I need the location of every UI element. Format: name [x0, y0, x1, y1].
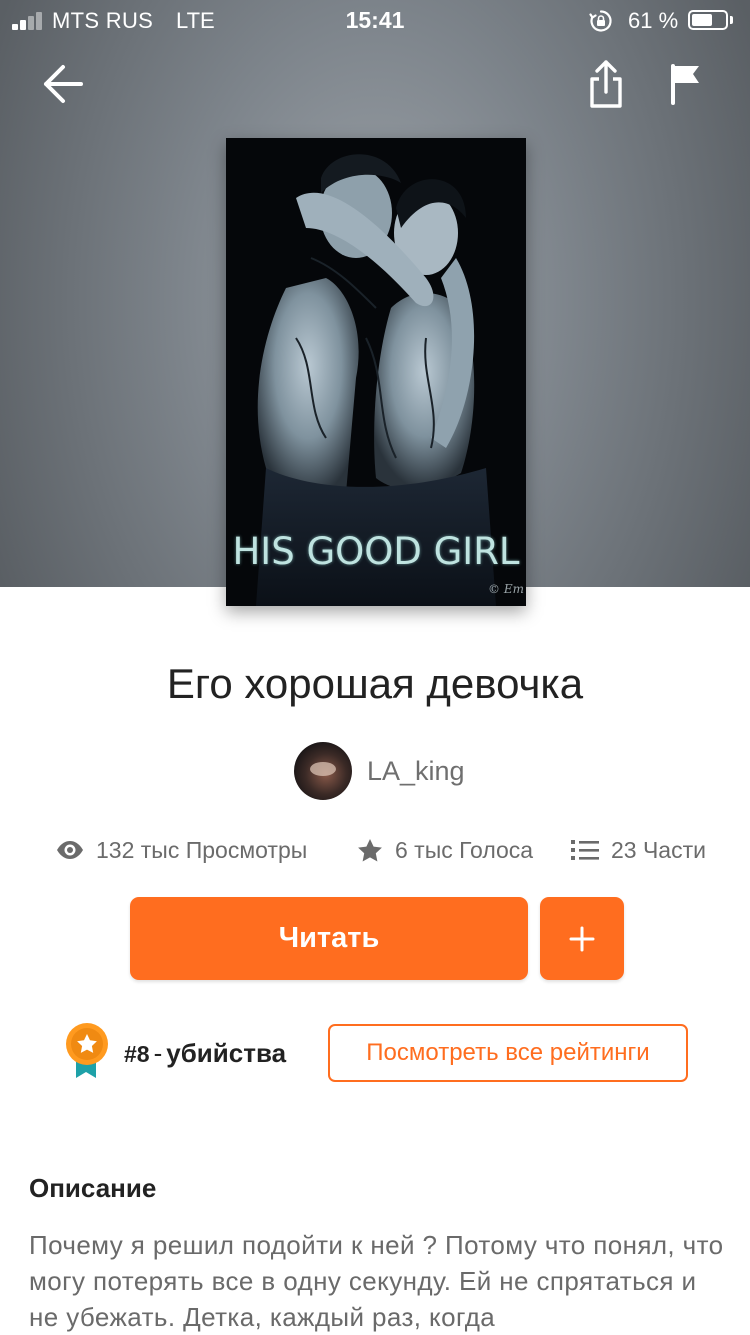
book-cover[interactable]: HIS GOOD GIRL © Em	[226, 138, 526, 606]
status-bar: MTS RUS LTE 15:41 61 %	[0, 0, 750, 40]
author-avatar	[294, 742, 352, 800]
back-button[interactable]	[33, 54, 93, 114]
battery-percentage: 61 %	[628, 8, 679, 33]
battery-icon	[688, 10, 728, 30]
author-name: LA_king	[367, 755, 465, 786]
arrow-left-icon	[44, 65, 83, 103]
view-all-rankings-button[interactable]: Посмотреть все рейтинги	[328, 1024, 688, 1082]
report-button[interactable]	[656, 54, 716, 114]
read-button[interactable]: Читать	[130, 897, 528, 980]
battery-level	[692, 14, 712, 26]
parts-count: 23 Части	[611, 836, 706, 863]
ranking-badge: #8- убийства	[64, 1022, 286, 1085]
plus-icon	[569, 926, 595, 951]
book-stats: 132 тыс Просмотры 6 тыс Голоса 23 Части	[0, 832, 750, 868]
ranking-separator: -	[153, 1037, 163, 1068]
description-heading: Описание	[29, 1173, 157, 1203]
votes-count: 6 тыс Голоса	[395, 836, 534, 863]
cover-title: HIS GOOD GIRL	[232, 530, 520, 573]
share-button[interactable]	[576, 54, 636, 114]
views-count: 132 тыс Просмотры	[96, 836, 308, 863]
eye-icon	[56, 840, 84, 860]
battery-tip	[730, 16, 733, 24]
parts-stat: 23 Части	[571, 832, 706, 868]
add-to-library-button[interactable]	[540, 897, 624, 980]
share-icon	[590, 60, 622, 108]
author-link[interactable]: LA_king	[294, 742, 465, 800]
flag-icon	[671, 64, 699, 105]
votes-stat: 6 тыс Голоса	[357, 832, 533, 868]
ranking-number: #8	[124, 1040, 150, 1067]
description-text: Почему я решил подойти к ней ? Потому чт…	[29, 1230, 724, 1332]
list-icon	[571, 839, 599, 861]
cover-signature: © Em	[488, 582, 524, 596]
rotation-lock-icon	[589, 9, 613, 33]
medal-icon	[64, 1022, 110, 1085]
book-title: Его хорошая девочка	[166, 660, 584, 707]
ranking-text: #8- убийства	[124, 1038, 286, 1069]
views-stat: 132 тыс Просмотры	[56, 832, 307, 868]
star-icon	[357, 838, 383, 863]
ranking-category: убийства	[166, 1037, 287, 1068]
